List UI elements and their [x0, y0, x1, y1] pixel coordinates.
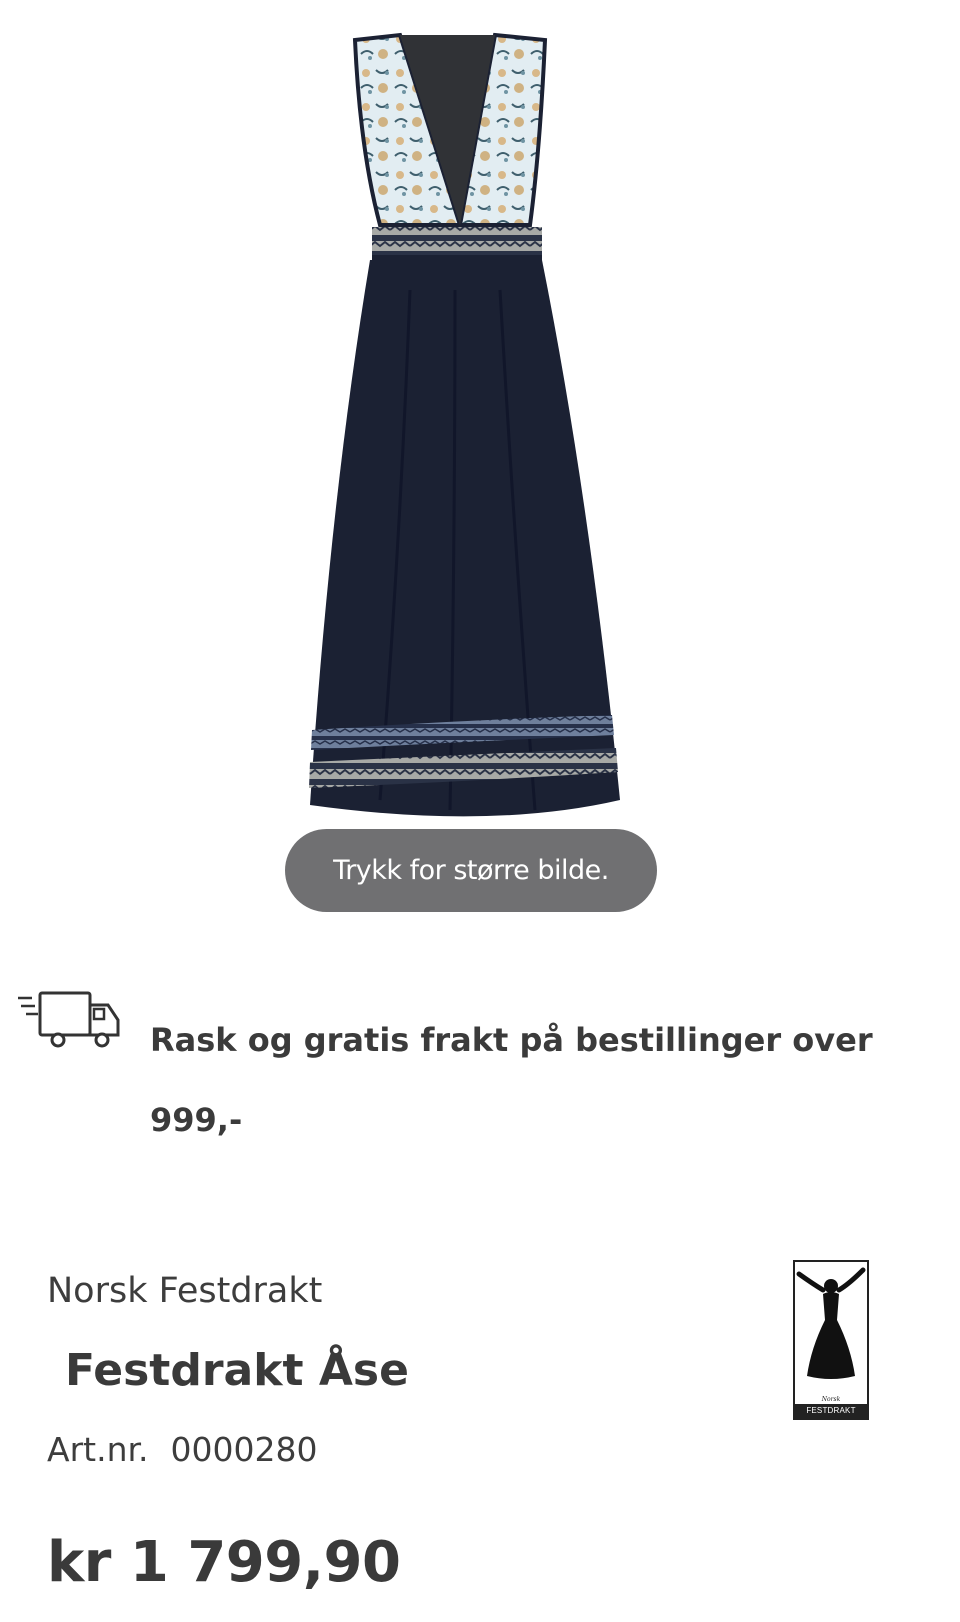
zoom-hint: Trykk for større bilde.: [285, 829, 657, 912]
shipping-info: Rask og gratis frakt på bestillinger ove…: [0, 990, 960, 1150]
article-label: Art.nr.: [47, 1430, 149, 1469]
dancer-silhouette-icon: [796, 1267, 866, 1379]
logo-caption: FESTDRAKT: [795, 1404, 867, 1418]
article-number: 0000280: [170, 1430, 318, 1469]
article-number-row: Art.nr. 0000280: [47, 1430, 318, 1469]
logo-script-text: Norsk: [821, 1396, 841, 1403]
brand-name[interactable]: Norsk Festdrakt: [47, 1271, 322, 1311]
shipping-text: Rask og gratis frakt på bestillinger ove…: [150, 1021, 873, 1139]
product-image[interactable]: Trykk for større bilde.: [285, 30, 660, 912]
truck-icon: [18, 990, 126, 1060]
product-title: Festdrakt Åse: [65, 1345, 409, 1396]
brand-logo[interactable]: Norsk FESTDRAKT: [793, 1260, 869, 1420]
product-price: kr 1 799,90: [47, 1530, 401, 1595]
dress-illustration: [309, 32, 620, 817]
